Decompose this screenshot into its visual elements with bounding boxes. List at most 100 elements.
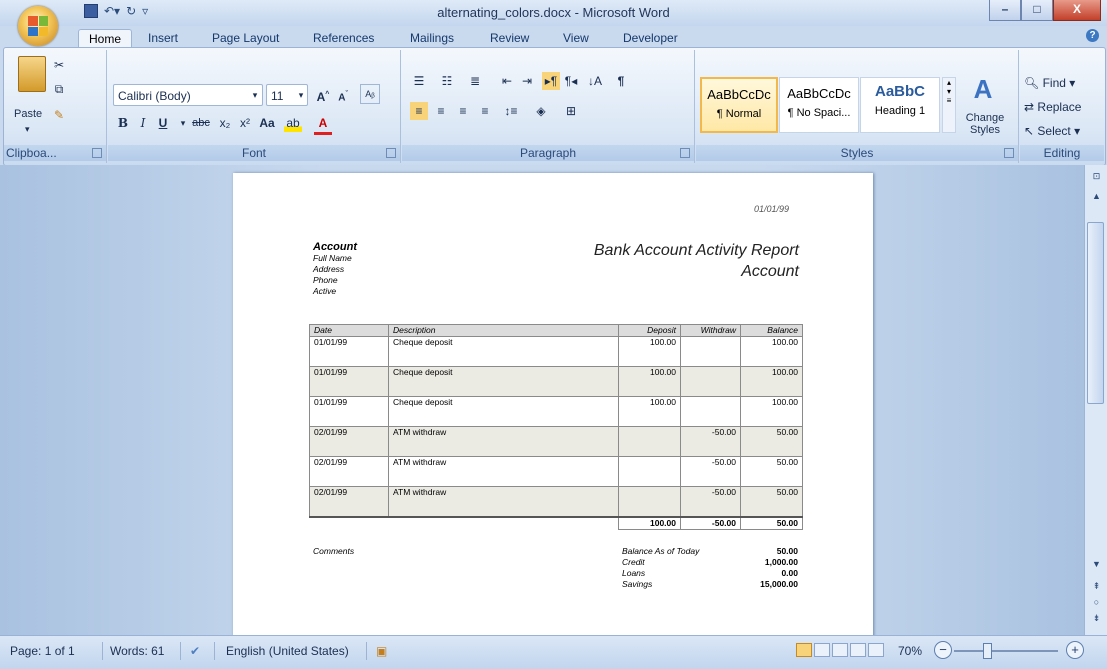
next-page-icon[interactable]: ⇟ (1089, 611, 1104, 626)
superscript-icon[interactable]: x² (236, 114, 254, 132)
find-label: Find (1042, 76, 1066, 90)
zoom-slider-thumb[interactable] (983, 643, 992, 659)
underline-dropdown-icon[interactable]: ▾ (174, 114, 192, 132)
scroll-down-icon[interactable]: ▼ (1089, 557, 1104, 572)
zoom-level[interactable]: 70% (898, 644, 922, 658)
tab-page-layout[interactable]: Page Layout (202, 29, 289, 48)
select-button[interactable]: ↖ Select ▾ (1024, 124, 1080, 138)
style-no-spacing[interactable]: AaBbCcDc ¶ No Spaci... (779, 77, 859, 133)
tab-home[interactable]: Home (78, 29, 133, 49)
paragraph-launcher-icon[interactable] (680, 148, 690, 158)
summary-loans: Loans 0.00 (622, 568, 798, 579)
language-indicator[interactable]: English (United States) (226, 644, 349, 658)
cell-withdraw (680, 396, 741, 427)
line-spacing-icon[interactable]: ↕≡ (502, 102, 520, 120)
grow-font-icon[interactable]: A^ (314, 86, 332, 104)
strikethrough-icon[interactable]: abc (192, 114, 210, 132)
find-button[interactable]: 🔍︎ Find ▾ (1024, 76, 1075, 90)
scroll-up-icon[interactable]: ▲ (1089, 189, 1104, 204)
increase-indent-icon[interactable]: ⇥ (518, 72, 536, 90)
underline-icon[interactable]: U (154, 114, 172, 132)
cell-description: Cheque deposit (388, 366, 619, 397)
align-left-icon[interactable]: ≡ (410, 102, 428, 120)
align-right-icon[interactable]: ≡ (454, 102, 472, 120)
center-icon[interactable]: ≡ (432, 102, 450, 120)
font-launcher-icon[interactable] (386, 148, 396, 158)
decrease-indent-icon[interactable]: ⇤ (498, 72, 516, 90)
numbering-icon[interactable]: ☷ (438, 72, 456, 90)
copy-icon[interactable]: ⧉ (50, 80, 68, 98)
summary-block: Balance As of Today 50.00 Credit 1,000.00 … (622, 546, 798, 590)
help-icon[interactable]: ? (1086, 29, 1099, 42)
print-layout-view-icon[interactable] (796, 643, 812, 657)
find-icon: 🔍︎ (1024, 76, 1040, 90)
change-styles-icon[interactable]: A (968, 74, 998, 104)
outline-view-icon[interactable] (850, 643, 866, 657)
office-button[interactable] (18, 6, 58, 46)
ltr-direction-icon[interactable]: ▸¶ (542, 72, 560, 90)
select-browse-object-icon[interactable]: ○ (1089, 595, 1104, 610)
zoom-slider[interactable] (954, 650, 1058, 652)
highlight-color-icon[interactable]: ab (284, 114, 302, 132)
subscript-icon[interactable]: x₂ (216, 114, 234, 132)
font-color-icon[interactable]: A (314, 114, 332, 135)
minimize-button[interactable]: – (989, 0, 1021, 21)
macro-recording-icon[interactable]: ▣ (376, 644, 387, 658)
sort-icon[interactable]: ↓A (586, 72, 604, 90)
full-screen-reading-view-icon[interactable] (814, 643, 830, 657)
draft-view-icon[interactable] (868, 643, 884, 657)
format-painter-icon[interactable]: ✎ (50, 106, 68, 124)
change-styles-button[interactable]: Change Styles (960, 112, 1010, 136)
report-title-block: Bank Account Activity Report Account (594, 240, 799, 282)
font-family-select[interactable]: Calibri (Body) (113, 84, 263, 106)
table-header-row: Date Description Deposit Withdraw Balanc… (309, 324, 803, 337)
zoom-in-icon[interactable]: + (1066, 641, 1084, 659)
shrink-font-icon[interactable]: Aˇ (334, 86, 352, 104)
tab-references[interactable]: References (303, 29, 384, 48)
font-family-dropdown-icon[interactable]: ▾ (246, 86, 264, 104)
borders-icon[interactable]: ⊞ (562, 102, 580, 120)
cut-icon[interactable]: ✂ (50, 56, 68, 74)
paste-button[interactable]: Paste (14, 108, 42, 120)
tab-review[interactable]: Review (480, 29, 539, 48)
style-heading-1[interactable]: AaBbC Heading 1 (860, 77, 940, 133)
paste-icon[interactable] (18, 56, 46, 92)
clear-formatting-icon[interactable]: Aᵦ (360, 84, 380, 104)
styles-scroll-icon[interactable]: ▴ ▾ ≡ (942, 77, 956, 133)
font-size-dropdown-icon[interactable]: ▾ (292, 86, 310, 104)
show-hide-icon[interactable]: ¶ (612, 72, 630, 90)
summary-savings-label: Savings (622, 579, 653, 589)
previous-page-icon[interactable]: ⇞ (1089, 579, 1104, 594)
clipboard-launcher-icon[interactable] (92, 148, 102, 158)
tab-mailings[interactable]: Mailings (400, 29, 464, 48)
multilevel-list-icon[interactable]: ≣ (466, 72, 484, 90)
change-case-icon[interactable]: Aa (258, 114, 276, 132)
editing-group: 🔍︎ Find ▾ ⇄ Replace ↖ Select ▾ Editing (1020, 50, 1104, 163)
web-layout-view-icon[interactable] (832, 643, 848, 657)
proofing-icon[interactable]: ✔ (190, 644, 200, 658)
window-controls: – □ X (989, 0, 1101, 21)
replace-button[interactable]: ⇄ Replace (1024, 100, 1081, 114)
tab-insert[interactable]: Insert (138, 29, 188, 48)
styles-launcher-icon[interactable] (1004, 148, 1014, 158)
tab-developer[interactable]: Developer (613, 29, 688, 48)
italic-icon[interactable]: I (134, 114, 152, 132)
word-count[interactable]: Words: 61 (110, 644, 164, 658)
tab-view[interactable]: View (553, 29, 599, 48)
paste-dropdown-icon[interactable]: ▾ (25, 124, 30, 135)
account-field-full-name: Full Name (313, 253, 352, 263)
styles-group: AaBbCcDc ¶ Normal AaBbCcDc ¶ No Spaci...… (696, 50, 1019, 163)
zoom-out-icon[interactable]: − (934, 641, 952, 659)
view-ruler-icon[interactable]: ⊡ (1089, 169, 1104, 184)
scroll-thumb[interactable] (1087, 222, 1104, 404)
maximize-button[interactable]: □ (1021, 0, 1053, 21)
justify-icon[interactable]: ≡ (476, 102, 494, 120)
shading-icon[interactable]: ◈ (532, 102, 550, 120)
style-heading-1-name: Heading 1 (874, 105, 926, 117)
bullets-icon[interactable]: ☰ (410, 72, 428, 90)
rtl-direction-icon[interactable]: ¶◂ (562, 72, 580, 90)
style-normal[interactable]: AaBbCcDc ¶ Normal (700, 77, 778, 133)
page-count[interactable]: Page: 1 of 1 (10, 644, 75, 658)
bold-icon[interactable]: B (114, 114, 132, 132)
close-button[interactable]: X (1053, 0, 1101, 21)
